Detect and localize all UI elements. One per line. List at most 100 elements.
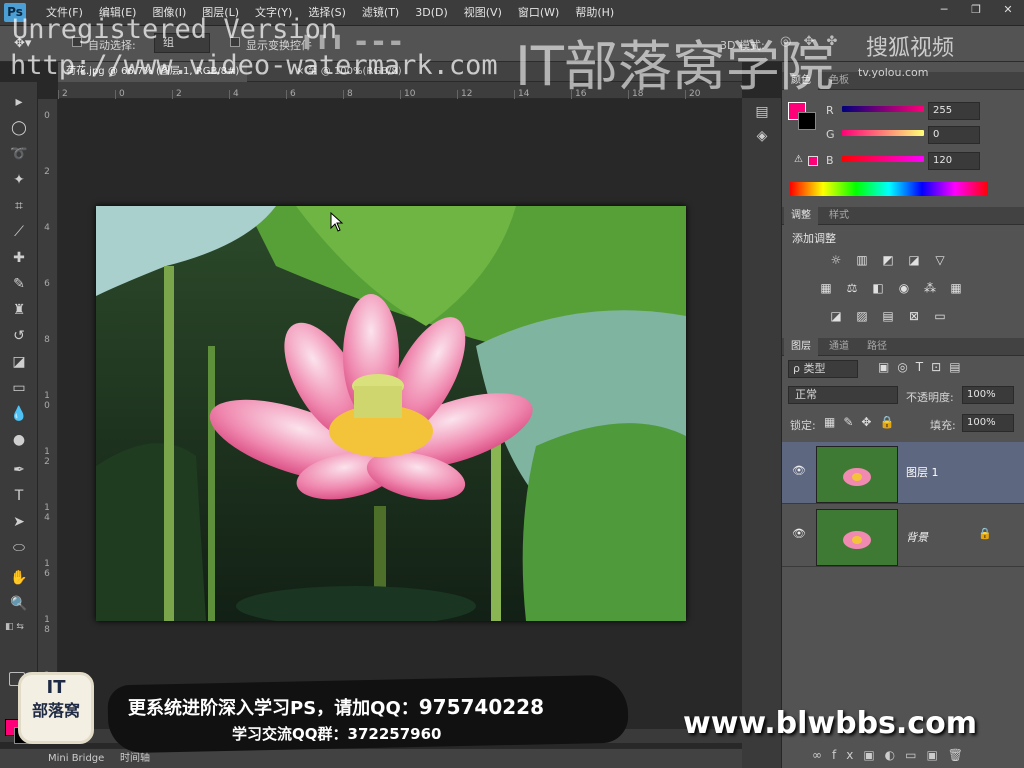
- gamut-swatch[interactable]: [808, 156, 818, 166]
- invert-icon[interactable]: ◪: [826, 308, 846, 324]
- blur-tool-icon[interactable]: 💧: [4, 402, 34, 426]
- ruler-v-tick: 8: [44, 335, 50, 345]
- swap-colors-icon[interactable]: ◧ ⇆: [5, 622, 24, 632]
- move-tool-icon[interactable]: ▸: [4, 90, 34, 114]
- close-button[interactable]: ✕: [992, 0, 1024, 20]
- crop-tool-icon[interactable]: ⌗: [4, 194, 34, 218]
- stamp-tool-icon[interactable]: ♜: [4, 298, 34, 322]
- hand-tool-icon[interactable]: ✋: [4, 566, 34, 590]
- ruler-h-tick: 6: [286, 90, 343, 99]
- menu-filter[interactable]: 滤镜(T): [354, 0, 407, 26]
- menu-view[interactable]: 视图(V): [456, 0, 510, 26]
- r-value-field[interactable]: 255: [928, 102, 980, 120]
- layer-filter-icons[interactable]: ▣◎T⊡▤: [878, 360, 969, 374]
- black-white-icon[interactable]: ◧: [868, 280, 888, 296]
- gradient-tool-icon[interactable]: ▭: [4, 376, 34, 400]
- ruler-v-tick: 1 6: [44, 559, 50, 579]
- gradient-map-icon[interactable]: ▭: [930, 308, 950, 324]
- selective-color-icon[interactable]: ⊠: [904, 308, 924, 324]
- hue-saturation-icon[interactable]: ▦: [816, 280, 836, 296]
- logo-line-1: IT: [46, 677, 66, 698]
- tab-adjustments[interactable]: 调整: [784, 207, 818, 225]
- visibility-eye-icon[interactable]: 👁: [792, 527, 806, 540]
- brand-sub-watermark: tv.yolou.com: [858, 66, 929, 79]
- tab-channels[interactable]: 通道: [822, 338, 856, 356]
- lotus-photo-image: [96, 206, 686, 621]
- logo-line-2: 部落窝: [31, 701, 80, 720]
- ruler-h-tick: 10: [400, 90, 457, 99]
- ruler-h-tick: 2: [172, 90, 229, 99]
- restore-button[interactable]: ❐: [960, 0, 992, 20]
- dodge-tool-icon[interactable]: ●: [4, 428, 34, 452]
- path-selection-tool-icon[interactable]: ➤: [4, 510, 34, 534]
- layer-1-name[interactable]: 图层 1: [906, 464, 939, 480]
- layer-row-layer-1[interactable]: 👁 图层 1: [782, 442, 1024, 504]
- exposure-icon[interactable]: ◪: [904, 252, 924, 268]
- brightness-icon[interactable]: ☼: [826, 252, 846, 268]
- sohu-watermark: 搜狐视频: [866, 36, 955, 61]
- blw-logo: IT 部落窝: [18, 672, 94, 744]
- history-panel-icon[interactable]: ▤: [752, 104, 772, 124]
- opacity-field[interactable]: 100%: [962, 386, 1014, 404]
- menu-3d[interactable]: 3D(D): [407, 0, 456, 26]
- marquee-tool-icon[interactable]: ◯: [4, 116, 34, 140]
- add-adjustment-title: 添加调整: [792, 232, 836, 245]
- tab-styles[interactable]: 样式: [822, 207, 856, 225]
- layers-panel-header: 图层 通道 路径: [782, 338, 1024, 356]
- tab-layers[interactable]: 图层: [784, 338, 818, 356]
- brand-watermark: IT部落窝学院: [515, 35, 834, 98]
- ruler-v-tick: 2: [44, 167, 50, 177]
- g-slider[interactable]: [842, 130, 924, 136]
- shape-tool-icon[interactable]: ⬭: [4, 536, 34, 560]
- color-bg-swatch[interactable]: [798, 112, 816, 130]
- lotus-photo[interactable]: [96, 206, 686, 621]
- layer-row-background[interactable]: 👁 背景 🔒: [782, 505, 1024, 567]
- pen-tool-icon[interactable]: ✒: [4, 458, 34, 482]
- vertical-ruler: 0 2 4 6 8 1 0 1 2 1 4 1 6 1 8 2 0: [38, 99, 58, 729]
- blend-mode-dropdown[interactable]: 正常: [788, 386, 898, 404]
- ruler-v-tick: 6: [44, 279, 50, 289]
- posterize-icon[interactable]: ▨: [852, 308, 872, 324]
- type-tool-icon[interactable]: T: [4, 484, 34, 508]
- history-brush-tool-icon[interactable]: ↺: [4, 324, 34, 348]
- b-slider[interactable]: [842, 156, 924, 162]
- lasso-tool-icon[interactable]: ➰: [4, 142, 34, 166]
- ruler-v-tick: 4: [44, 223, 50, 233]
- r-slider[interactable]: [842, 106, 924, 112]
- color-balance-icon[interactable]: ⚖: [842, 280, 862, 296]
- tab-paths[interactable]: 路径: [860, 338, 894, 356]
- layer-filter-dropdown[interactable]: ρ 类型: [788, 360, 858, 378]
- color-spectrum-bar[interactable]: [790, 182, 988, 196]
- ruler-v-tick: 1 4: [44, 503, 50, 523]
- r-label: R: [826, 104, 834, 117]
- magic-wand-tool-icon[interactable]: ✦: [4, 168, 34, 192]
- eyedropper-tool-icon[interactable]: ⟋: [4, 220, 34, 244]
- visibility-eye-icon[interactable]: 👁: [792, 464, 806, 477]
- adjustment-row-1: ☼ ▥ ◩ ◪ ▽: [826, 252, 950, 268]
- eraser-tool-icon[interactable]: ◪: [4, 350, 34, 374]
- 3d-panel-icon[interactable]: ◈: [752, 128, 772, 148]
- brush-tool-icon[interactable]: ✎: [4, 272, 34, 296]
- channel-mixer-icon[interactable]: ⁂: [920, 280, 940, 296]
- b-label: B: [826, 154, 834, 167]
- vibrance-icon[interactable]: ▽: [930, 252, 950, 268]
- tab-mini-bridge[interactable]: Mini Bridge: [40, 749, 112, 768]
- ruler-h-tick: 12: [457, 90, 514, 99]
- threshold-icon[interactable]: ▤: [878, 308, 898, 324]
- minimize-button[interactable]: ─: [928, 0, 960, 20]
- g-value-field[interactable]: 0: [928, 126, 980, 144]
- gamut-warning-icon[interactable]: ⚠: [794, 154, 803, 165]
- photo-filter-icon[interactable]: ◉: [894, 280, 914, 296]
- curves-icon[interactable]: ◩: [878, 252, 898, 268]
- background-layer-name[interactable]: 背景: [906, 529, 928, 545]
- b-value-field[interactable]: 120: [928, 152, 980, 170]
- opacity-label: 不透明度:: [906, 391, 954, 404]
- healing-tool-icon[interactable]: ✚: [4, 246, 34, 270]
- fill-field[interactable]: 100%: [962, 414, 1014, 432]
- zoom-tool-icon[interactable]: 🔍: [4, 592, 34, 616]
- lock-icons[interactable]: ▦✎✥🔒: [824, 415, 902, 429]
- levels-icon[interactable]: ▥: [852, 252, 872, 268]
- color-lookup-icon[interactable]: ▦: [946, 280, 966, 296]
- layers-footer-icons[interactable]: ∞fx▣◐▭▣🗑: [812, 748, 973, 762]
- url-watermark: http://www.video-watermark.com: [10, 50, 498, 81]
